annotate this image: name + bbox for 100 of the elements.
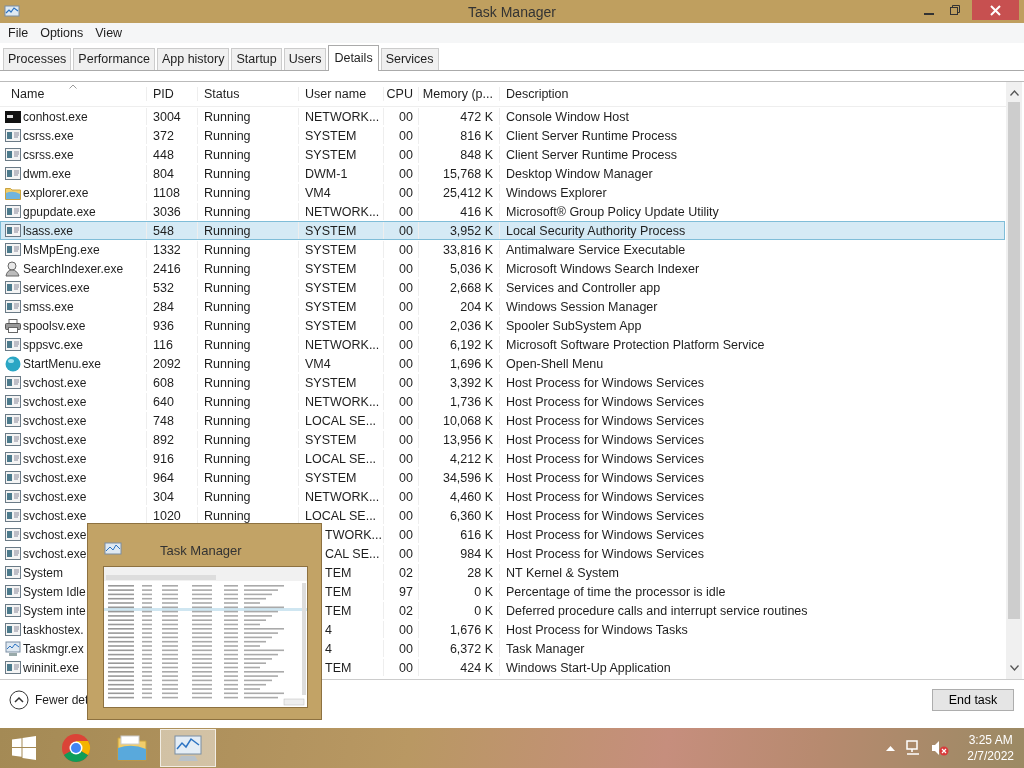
table-cell: 1020 <box>153 508 181 523</box>
tab[interactable]: Users <box>283 48 327 70</box>
selected-row[interactable]: lsass.exe 548 Running SYSTEM 00 3,952 K Local Security Authority Process <box>0 221 1005 240</box>
end-task-button[interactable]: End task <box>932 689 1014 711</box>
table-cell: 00 <box>399 147 413 162</box>
menu-item[interactable]: View <box>89 26 129 40</box>
column-header[interactable]: Memory (p... <box>418 87 499 101</box>
table-cell: Running <box>204 128 251 143</box>
table-cell: taskhostex. <box>23 622 84 637</box>
table-cell: Running <box>204 394 251 409</box>
table-cell: spoolsv.exe <box>23 318 86 333</box>
table-cell: svchost.exe <box>23 451 87 466</box>
window-icon <box>5 281 21 294</box>
table-cell: 936 <box>153 318 174 333</box>
muted-speaker-icon[interactable] <box>931 740 950 756</box>
window-preview[interactable]: Task Manager <box>87 523 322 720</box>
table-cell: Running <box>204 413 251 428</box>
table-cell: Host Process for Windows Services <box>506 489 704 504</box>
table-cell: LOCAL SE... <box>305 451 377 466</box>
scroll-down-icon[interactable] <box>1009 665 1019 671</box>
table-cell: csrss.exe <box>23 128 74 143</box>
table-cell: TEM <box>325 660 352 675</box>
table-cell: svchost.exe <box>23 489 87 504</box>
tab[interactable]: Processes <box>3 48 72 70</box>
table-cell: 3036 <box>153 204 181 219</box>
table-cell: 424 K <box>460 660 493 675</box>
table-cell: System <box>23 565 63 580</box>
chart-icon <box>173 734 203 762</box>
table-cell: 00 <box>399 489 413 504</box>
preview-title: Task Manager <box>160 542 242 558</box>
column-header[interactable]: User name <box>298 87 383 101</box>
table-cell: Console Window Host <box>506 109 629 124</box>
window-icon <box>5 224 21 237</box>
table-cell: 00 <box>399 660 413 675</box>
table-cell: 1332 <box>153 242 181 257</box>
network-icon[interactable] <box>905 740 922 756</box>
table-cell: SYSTEM <box>305 280 357 295</box>
table-cell: SYSTEM <box>305 242 357 257</box>
table-cell: Running <box>204 166 251 181</box>
table-cell: gpupdate.exe <box>23 204 96 219</box>
table-cell: 00 <box>399 223 413 238</box>
table-cell: 00 <box>399 622 413 637</box>
table-cell: 33,816 K <box>442 242 493 257</box>
table-cell: conhost.exe <box>23 109 88 124</box>
table-cell: svchost.exe <box>23 394 87 409</box>
table-cell: Local Security Authority Process <box>506 223 686 238</box>
scrollbar[interactable] <box>1006 82 1022 679</box>
table-cell: 892 <box>153 432 174 447</box>
scroll-thumb[interactable] <box>1008 102 1020 619</box>
table-cell: 984 K <box>460 546 493 561</box>
menu-item[interactable]: File <box>2 26 35 40</box>
table-cell: SYSTEM <box>305 432 357 447</box>
table-cell: Host Process for Windows Services <box>506 394 704 409</box>
table-cell: SYSTEM <box>305 261 357 276</box>
table-cell: 284 <box>153 299 174 314</box>
table-cell: StartMenu.exe <box>23 356 102 371</box>
fewer-details-link[interactable]: Fewer det <box>35 693 89 707</box>
menu-item[interactable]: Options <box>34 26 90 40</box>
close-button[interactable] <box>972 0 1019 20</box>
column-header[interactable]: Name <box>0 87 146 101</box>
table-cell: Host Process for Windows Services <box>506 432 704 447</box>
tab[interactable]: Details <box>328 45 379 71</box>
table-cell: 00 <box>399 508 413 523</box>
table-cell: 640 <box>153 394 174 409</box>
scroll-up-icon[interactable] <box>1009 90 1019 96</box>
table-cell: Running <box>204 299 251 314</box>
window-icon <box>5 395 21 408</box>
table-cell: 2,668 K <box>449 280 493 295</box>
tab[interactable]: Performance <box>73 48 155 70</box>
tab[interactable]: Services <box>380 48 439 70</box>
table-cell: 0 K <box>474 584 493 599</box>
table-cell: SYSTEM <box>305 318 357 333</box>
column-header[interactable]: PID <box>146 87 197 101</box>
table-cell: 2,036 K <box>449 318 493 333</box>
folder-icon <box>5 185 21 200</box>
table-cell: 00 <box>399 546 413 561</box>
table-cell: 13,956 K <box>442 432 493 447</box>
table-cell: SYSTEM <box>305 375 357 390</box>
table-cell: Running <box>204 356 251 371</box>
table-cell: Host Process for Windows Tasks <box>506 622 688 637</box>
table-cell: 00 <box>399 261 413 276</box>
tab[interactable]: Startup <box>231 48 282 70</box>
printer-icon <box>5 318 21 333</box>
column-header[interactable]: Status <box>197 87 298 101</box>
table-cell: NETWORK... <box>305 394 380 409</box>
table-cell: Windows Session Manager <box>506 299 658 314</box>
table-cell: 10,068 K <box>442 413 493 428</box>
table-cell: lsass.exe <box>23 223 74 238</box>
taskbar-button[interactable] <box>160 729 216 767</box>
column-header[interactable]: CPU <box>383 87 418 101</box>
table-cell: 00 <box>399 641 413 656</box>
table-cell: 3,952 K <box>449 223 493 238</box>
table-cell: 1,676 K <box>449 622 493 637</box>
table-cell: SearchIndexer.exe <box>23 261 124 276</box>
table-cell: Running <box>204 242 251 257</box>
table-cell: VM4 <box>305 356 331 371</box>
restore-icon <box>950 5 960 15</box>
collapse-icon[interactable] <box>9 690 29 710</box>
tab[interactable]: App history <box>156 48 230 70</box>
caret-up-icon[interactable] <box>886 745 896 751</box>
